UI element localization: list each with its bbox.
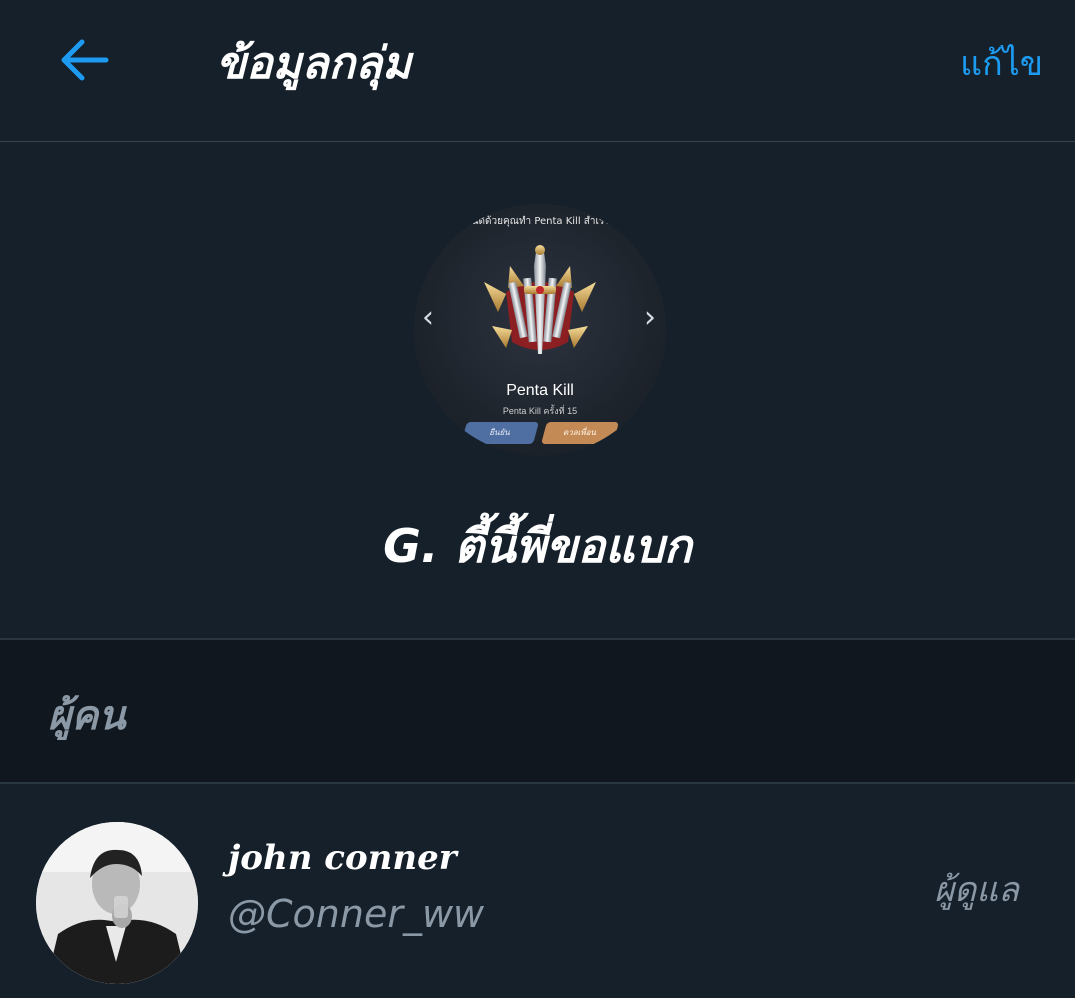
top-bar: ข้อมูลกลุ่ม แก้ไข: [0, 0, 1075, 142]
group-avatar[interactable]: ยินดีด้วยคุณทำ Penta Kill สำเร็จ! ‹ › Pe…: [414, 204, 666, 456]
arrow-left-icon: [61, 39, 109, 81]
person-photo-icon: [36, 822, 198, 984]
group-info-section: ยินดีด้วยคุณทำ Penta Kill สำเร็จ! ‹ › Pe…: [0, 142, 1075, 638]
page-title: ข้อมูลกลุ่ม: [216, 38, 412, 89]
avatar-title: Penta Kill: [506, 382, 574, 399]
avatar-confirm-badge: ยืนยัน: [461, 422, 539, 444]
group-info-screen: ข้อมูลกลุ่ม แก้ไข ยินดีด้วยคุณทำ Penta K…: [0, 0, 1075, 998]
chevron-left-icon: ‹: [422, 300, 434, 335]
avatar-subtitle: Penta Kill ครั้งที่ 15: [502, 406, 578, 416]
member-avatar[interactable]: [36, 822, 198, 984]
member-row[interactable]: john conner @Conner_ww ผู้ดูแล: [0, 784, 1075, 998]
back-button[interactable]: [52, 30, 116, 90]
chevron-right-icon: ›: [644, 300, 656, 335]
member-handle: @Conner_ww: [228, 892, 485, 936]
avatar-caption: ยินดีด้วยคุณทำ Penta Kill สำเร็จ!: [465, 216, 615, 227]
edit-button[interactable]: แก้ไข: [960, 40, 1043, 88]
group-name: G. ตี้นี้พี่ขอแบก: [383, 519, 692, 573]
penta-kill-emblem-icon: [484, 245, 596, 354]
member-display-name: john conner: [228, 838, 457, 878]
people-section-header: ผู้คน: [0, 638, 1075, 784]
member-role-badge: ผู้ดูแล: [934, 870, 1019, 910]
avatar-duel-badge: ดวลเพื่อน: [541, 422, 619, 444]
people-section-label: ผู้คน: [48, 693, 126, 739]
